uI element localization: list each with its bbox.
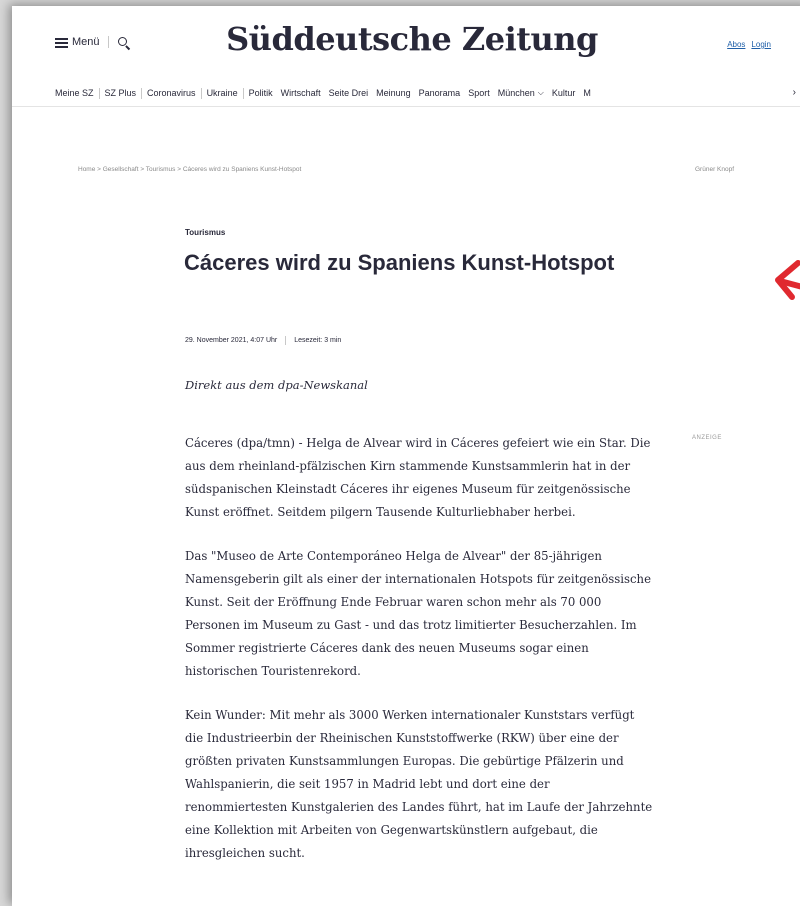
article-date: 29. November 2021, 4:07 Uhr: [185, 337, 278, 344]
meta-divider: [285, 336, 287, 345]
gruener-knopf-link[interactable]: Grüner Knopf: [695, 166, 734, 173]
article-body: Cáceres (dpa/tmn) - Helga de Alvear wird…: [185, 432, 655, 886]
nav-item-coronavirus[interactable]: Coronavirus: [147, 88, 196, 98]
nav-item-muenchen[interactable]: München ⌵: [498, 88, 544, 98]
nav-item-politik[interactable]: Politik: [249, 88, 273, 98]
nav-item-truncated[interactable]: M: [583, 88, 591, 98]
article-paragraph: Das "Museo de Arte Contemporáneo Helga d…: [185, 549, 651, 678]
site-header: Menü Süddeutsche Zeitung Abos Login: [12, 6, 800, 84]
nav-item-muenchen-label: München: [497, 88, 535, 98]
nav-divider: [98, 87, 100, 99]
nav-fade: [758, 82, 788, 104]
nav-item-sport[interactable]: Sport: [468, 88, 490, 98]
article-teaser: Direkt aus dem dpa-Newskanal: [185, 378, 368, 392]
article-meta: 29. November 2021, 4:07 Uhr Lesezeit: 3 …: [185, 336, 341, 345]
article-paragraph: Cáceres (dpa/tmn) - Helga de Alvear wird…: [185, 436, 651, 519]
nav-divider: [200, 87, 202, 99]
nav-item-meinung[interactable]: Meinung: [376, 88, 411, 98]
chevron-right-icon[interactable]: ›: [793, 87, 796, 98]
site-logo[interactable]: Süddeutsche Zeitung: [12, 20, 800, 58]
article-headline: Cáceres wird zu Spaniens Kunst-Hotspot: [184, 250, 615, 275]
chevron-down-icon: ⌵: [537, 88, 544, 97]
nav-item-wirtschaft[interactable]: Wirtschaft: [281, 88, 321, 98]
nav-item-seite-drei[interactable]: Seite Drei: [329, 88, 369, 98]
nav-item-sz-plus[interactable]: SZ Plus: [105, 88, 137, 98]
login-link[interactable]: Login: [751, 40, 771, 49]
header-divider: [12, 106, 800, 107]
account-links: Abos Login: [727, 40, 771, 49]
main-navigation: Meine SZ SZ Plus Coronavirus Ukraine Pol…: [12, 82, 800, 104]
red-arrow-icon: [775, 260, 800, 300]
nav-item-meine-sz[interactable]: Meine SZ: [55, 88, 94, 98]
nav-divider: [242, 87, 244, 99]
abos-link[interactable]: Abos: [727, 40, 745, 49]
ad-label: ANZEIGE: [692, 435, 722, 441]
nav-item-kultur[interactable]: Kultur: [552, 88, 576, 98]
article-paragraph: Kein Wunder: Mit mehr als 3000 Werken in…: [185, 708, 653, 860]
article-kicker: Tourismus: [185, 228, 226, 237]
nav-item-ukraine[interactable]: Ukraine: [207, 88, 238, 98]
page: Menü Süddeutsche Zeitung Abos Login Mein…: [12, 6, 800, 906]
breadcrumb[interactable]: Home > Gesellschaft > Tourismus > Cácere…: [78, 166, 301, 173]
nav-item-panorama[interactable]: Panorama: [419, 88, 461, 98]
nav-divider: [141, 87, 143, 99]
reading-time: Lesezeit: 3 min: [294, 337, 342, 344]
